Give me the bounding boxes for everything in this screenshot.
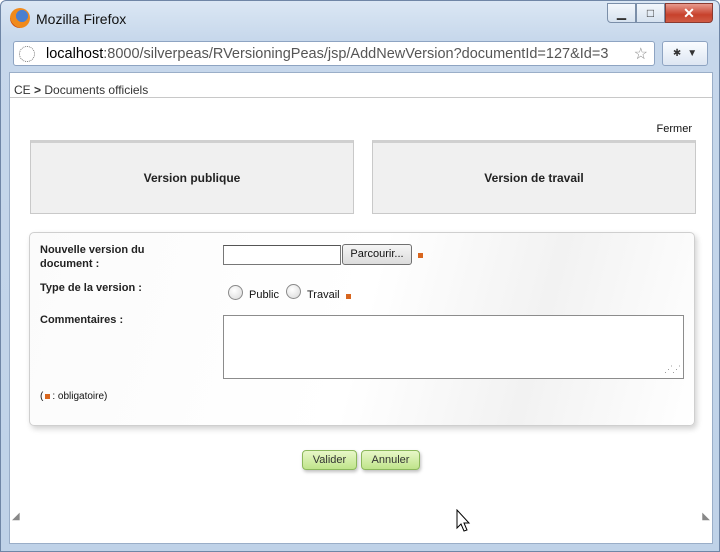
version-type-label: Type de la version : [40, 282, 142, 294]
window-controls: ▁ □ ✕ [607, 3, 713, 23]
scroll-right-icon[interactable]: ◣ [702, 511, 710, 522]
window-title: Mozilla Firefox [36, 11, 127, 27]
required-marker [346, 294, 351, 299]
maximize-button[interactable]: □ [636, 3, 665, 23]
comments-textarea[interactable]: ⋰⋰ [223, 315, 684, 379]
radio-public[interactable] [228, 285, 243, 300]
url-path: :8000/silverpeas/RVersioningPeas/jsp/Add… [103, 46, 609, 62]
breadcrumb-root[interactable]: CE [14, 83, 31, 97]
close-window-button[interactable]: ✕ [665, 3, 713, 23]
radio-work[interactable] [286, 284, 301, 299]
resize-grip-icon[interactable]: ⋰⋰ [664, 364, 681, 375]
close-link[interactable]: Fermer [657, 123, 692, 135]
required-marker [45, 394, 51, 399]
addon-menu-button[interactable]: ✱ ▼ [662, 41, 708, 66]
page-viewport: CE > Documents officiels Fermer Version … [9, 72, 713, 544]
url-host: localhost [46, 46, 104, 62]
required-legend: ( : obligatoire) [40, 391, 108, 402]
browser-window: Mozilla Firefox ▁ □ ✕ localhost:8000/sil… [0, 0, 720, 552]
chevron-down-icon: ▼ [687, 48, 698, 59]
minimize-button[interactable]: ▁ [607, 3, 636, 23]
address-bar[interactable]: localhost:8000/silverpeas/RVersioningPea… [13, 41, 655, 66]
new-version-label: Nouvelle version du document : [40, 244, 145, 270]
browse-button[interactable]: Parcourir... [342, 244, 412, 265]
title-bar: Mozilla Firefox ▁ □ ✕ [1, 1, 719, 37]
file-path-input[interactable] [223, 245, 341, 265]
breadcrumb-divider [10, 97, 712, 98]
maximize-icon: □ [646, 6, 655, 20]
breadcrumb: CE > Documents officiels [14, 83, 148, 97]
validate-button[interactable]: Valider [302, 450, 357, 470]
breadcrumb-separator: > [34, 83, 42, 97]
site-identity-icon[interactable] [19, 46, 35, 62]
url-text[interactable]: localhost:8000/silverpeas/RVersioningPea… [46, 46, 608, 62]
breadcrumb-current[interactable]: Documents officiels [44, 83, 148, 97]
scroll-left-icon[interactable]: ◢ [12, 511, 20, 522]
bookmark-star-icon[interactable]: ☆ [634, 44, 648, 64]
new-version-form: Nouvelle version du document : Parcourir… [29, 232, 695, 426]
radio-work-label[interactable]: Travail [307, 289, 340, 301]
tab-public-version[interactable]: Version publique [30, 140, 354, 214]
radio-public-label[interactable]: Public [249, 289, 279, 301]
minimize-icon: ▁ [616, 6, 627, 20]
tab-work-version[interactable]: Version de travail [372, 140, 696, 214]
close-icon: ✕ [683, 4, 695, 21]
comments-label: Commentaires : [40, 314, 124, 326]
addon-icon: ✱ [672, 48, 682, 59]
firefox-logo-icon [10, 8, 30, 28]
mouse-cursor-icon [456, 509, 471, 532]
cancel-button[interactable]: Annuler [361, 450, 420, 470]
required-marker [418, 253, 423, 258]
